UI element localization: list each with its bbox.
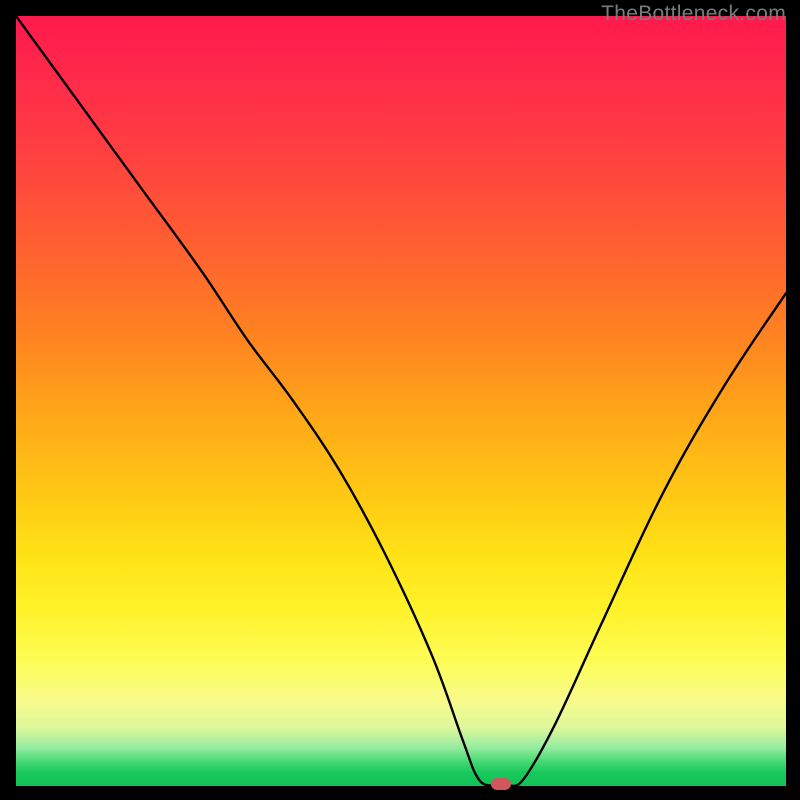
bottleneck-curve [16,16,786,786]
watermark-text: TheBottleneck.com [601,2,786,26]
optimal-point-marker [491,778,511,790]
plot-area [16,16,786,786]
chart-frame: TheBottleneck.com [0,0,800,800]
